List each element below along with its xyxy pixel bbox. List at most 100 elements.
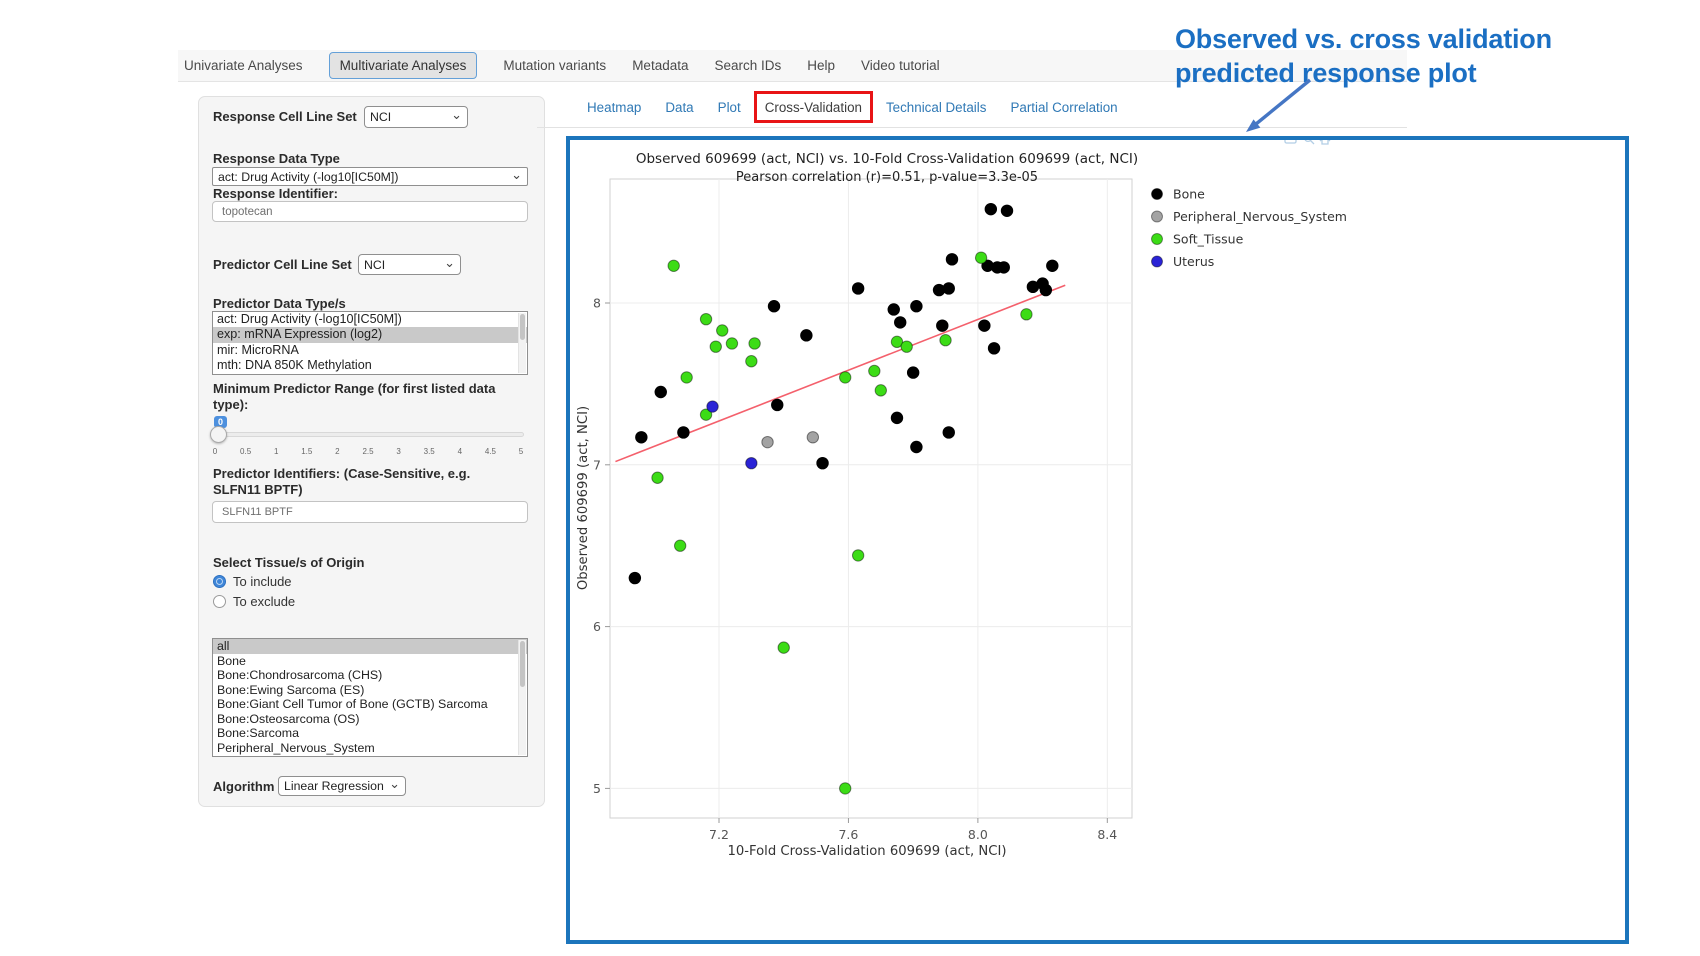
nav-item-mutation-variants[interactable]: Mutation variants bbox=[503, 58, 606, 73]
data-point-soft-tissue bbox=[726, 338, 737, 349]
radio-selected-icon bbox=[213, 575, 226, 588]
list-option-bone-giant-cell-tumor-of-bone-gctb-sarcoma[interactable]: Bone:Giant Cell Tumor of Bone (GCTB) Sar… bbox=[213, 697, 527, 712]
response-cell-line-set-select[interactable]: NCI ⌄ bbox=[364, 106, 468, 128]
data-point-soft-tissue bbox=[668, 260, 679, 271]
data-point-soft-tissue bbox=[652, 472, 663, 483]
list-option-mth-dna-850k-methylation[interactable]: mth: DNA 850K Methylation bbox=[213, 358, 527, 373]
result-tabs: Heatmap Data Plot Cross-Validation Technical… bbox=[587, 98, 1118, 117]
data-point-bone bbox=[988, 343, 999, 354]
tissue-exclude-radio[interactable]: To exclude bbox=[213, 594, 295, 609]
slider-tick-label: 1 bbox=[274, 447, 278, 456]
data-point-bone bbox=[911, 301, 922, 312]
x-tick-label: 7.6 bbox=[838, 827, 858, 842]
data-point-soft-tissue bbox=[700, 313, 711, 324]
predictor-cell-line-set-select[interactable]: NCI ⌄ bbox=[358, 254, 461, 275]
list-option-bone-chondrosarcoma-chs[interactable]: Bone:Chondrosarcoma (CHS) bbox=[213, 668, 527, 683]
annotation-arrow bbox=[1232, 72, 1324, 144]
data-point-peripheral-nervous-system bbox=[762, 436, 773, 447]
slider-tick-label: 2.5 bbox=[362, 447, 373, 456]
nav-item-metadata[interactable]: Metadata bbox=[632, 58, 688, 73]
scrollbar[interactable] bbox=[518, 640, 526, 755]
y-tick-label: 5 bbox=[593, 781, 601, 796]
data-point-soft-tissue bbox=[717, 325, 728, 336]
data-point-bone bbox=[852, 283, 863, 294]
data-point-soft-tissue bbox=[940, 335, 951, 346]
list-option-all[interactable]: all bbox=[213, 639, 527, 654]
list-option-bone-sarcoma[interactable]: Bone:Sarcoma bbox=[213, 726, 527, 741]
data-point-bone bbox=[636, 432, 647, 443]
data-point-bone bbox=[891, 412, 902, 423]
list-option-bone-ewing-sarcoma-es[interactable]: Bone:Ewing Sarcoma (ES) bbox=[213, 683, 527, 698]
data-point-bone bbox=[801, 330, 812, 341]
response-cell-line-set-label: Response Cell Line Set bbox=[213, 109, 357, 125]
data-point-bone bbox=[979, 320, 990, 331]
cross-validation-plot: 56787.27.68.08.4Observed 609699 (act, NC… bbox=[566, 136, 1629, 944]
slider-handle[interactable] bbox=[210, 426, 227, 443]
data-point-soft-tissue bbox=[674, 540, 685, 551]
nav-item-multivariate-analyses[interactable]: Multivariate Analyses bbox=[329, 52, 478, 79]
data-point-soft-tissue bbox=[875, 385, 886, 396]
data-point-bone bbox=[943, 283, 954, 294]
list-option-exp-mrna-expression-log2[interactable]: exp: mRNA Expression (log2) bbox=[213, 327, 527, 342]
response-data-type-select[interactable]: act: Drug Activity (-log10[IC50M]) ⌄ bbox=[212, 167, 528, 186]
legend-marker-bone bbox=[1152, 189, 1163, 200]
list-option-peripheral-nervous-system[interactable]: Peripheral_Nervous_System bbox=[213, 741, 527, 756]
slider-tick-label: 4 bbox=[458, 447, 462, 456]
legend-marker-uterus bbox=[1152, 256, 1163, 267]
chevron-down-icon: ⌄ bbox=[389, 779, 400, 789]
data-point-bone bbox=[895, 317, 906, 328]
response-data-type-label: Response Data Type bbox=[213, 151, 340, 167]
list-option-mir-microrna[interactable]: mir: MicroRNA bbox=[213, 343, 527, 358]
tab-partial-correlation[interactable]: Partial Correlation bbox=[1010, 98, 1117, 117]
tab-plot[interactable]: Plot bbox=[718, 98, 741, 117]
nav-item-univariate-analyses[interactable]: Univariate Analyses bbox=[184, 58, 303, 73]
data-point-bone bbox=[907, 367, 918, 378]
data-point-bone bbox=[985, 203, 996, 214]
y-tick-label: 8 bbox=[593, 296, 601, 311]
cross-validation-panel: 56787.27.68.08.4Observed 609699 (act, NC… bbox=[566, 136, 1629, 944]
data-point-soft-tissue bbox=[901, 341, 912, 352]
tissue-listbox[interactable]: allBoneBone:Chondrosarcoma (CHS)Bone:Ewi… bbox=[212, 638, 528, 757]
data-point-bone bbox=[998, 262, 1009, 273]
legend-marker-peripheral-nervous-system bbox=[1152, 211, 1163, 222]
response-identifier-input[interactable]: topotecan bbox=[212, 201, 528, 222]
data-point-soft-tissue bbox=[746, 356, 757, 367]
predictor-identifiers-input[interactable]: SLFN11 BPTF bbox=[212, 501, 528, 523]
slider-tick-label: 0.5 bbox=[240, 447, 251, 456]
data-point-soft-tissue bbox=[840, 783, 851, 794]
tab-cross-validation[interactable]: Cross-Validation bbox=[765, 98, 862, 117]
data-point-bone bbox=[888, 304, 899, 315]
data-point-bone bbox=[1001, 205, 1012, 216]
nav-item-search-ids[interactable]: Search IDs bbox=[714, 58, 781, 73]
predictor-identifiers-label: Predictor Identifiers: (Case-Sensitive, … bbox=[213, 466, 517, 498]
slider-tick-label: 0 bbox=[213, 447, 217, 456]
radio-unselected-icon bbox=[213, 595, 226, 608]
nav-item-help[interactable]: Help bbox=[807, 58, 835, 73]
data-point-bone bbox=[629, 572, 640, 583]
chevron-down-icon: ⌄ bbox=[511, 170, 522, 180]
list-option-bone[interactable]: Bone bbox=[213, 654, 527, 669]
tab-data[interactable]: Data bbox=[665, 98, 693, 117]
min-predictor-range-slider[interactable] bbox=[212, 432, 524, 437]
sidebar-form: Response Cell Line Set NCI ⌄ Response Da… bbox=[198, 96, 545, 807]
tissue-include-radio[interactable]: To include bbox=[213, 574, 292, 589]
min-predictor-range-label: Minimum Predictor Range (for first liste… bbox=[213, 381, 513, 413]
slider-tick-label: 5 bbox=[519, 447, 523, 456]
algorithm-label: Algorithm bbox=[213, 779, 274, 795]
slider-tick-labels: 00.511.522.533.544.55 bbox=[212, 447, 524, 457]
chevron-down-icon: ⌄ bbox=[451, 110, 462, 120]
data-point-soft-tissue bbox=[975, 252, 986, 263]
predictor-data-types-label: Predictor Data Type/s bbox=[213, 296, 346, 312]
tab-heatmap[interactable]: Heatmap bbox=[587, 98, 641, 117]
data-point-soft-tissue bbox=[1021, 309, 1032, 320]
algorithm-select[interactable]: Linear Regression ⌄ bbox=[278, 776, 406, 796]
predictor-datatype-listbox[interactable]: act: Drug Activity (-log10[IC50M])exp: m… bbox=[212, 311, 528, 375]
chart-title: Observed 609699 (act, NCI) vs. 10-Fold C… bbox=[636, 151, 1138, 167]
list-option-bone-osteosarcoma-os[interactable]: Bone:Osteosarcoma (OS) bbox=[213, 712, 527, 727]
scrollbar[interactable] bbox=[518, 313, 526, 373]
tab-technical-details[interactable]: Technical Details bbox=[886, 98, 986, 117]
list-option-act-drug-activity-log10-ic50m[interactable]: act: Drug Activity (-log10[IC50M]) bbox=[213, 312, 527, 327]
data-point-bone bbox=[655, 386, 666, 397]
nav-item-video-tutorial[interactable]: Video tutorial bbox=[861, 58, 940, 73]
slider-tick-label: 2 bbox=[335, 447, 339, 456]
